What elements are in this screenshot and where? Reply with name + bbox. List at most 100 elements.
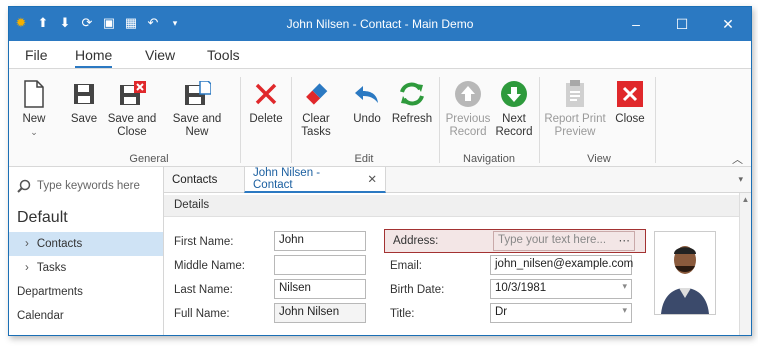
clear-tasks-button[interactable]: Clear Tasks <box>291 79 341 139</box>
tab-view[interactable]: View <box>145 47 175 63</box>
title-bar: ✹ ⬆ ⬇ ⟳ ▣ ▦ ↶ ▾ John Nilsen - Contact - … <box>9 7 751 41</box>
sidebar-item-calendar[interactable]: Calendar <box>9 304 163 328</box>
navigation-sidebar: Type keywords here Default › Contacts › … <box>9 167 164 335</box>
ribbon-separator <box>439 77 440 163</box>
up-circle-icon <box>443 79 493 109</box>
address-placeholder: Type your text here... <box>498 234 607 246</box>
tab-tools[interactable]: Tools <box>207 47 240 63</box>
ribbon-separator <box>539 77 540 163</box>
email-label: Email: <box>390 260 422 272</box>
delete-icon <box>241 79 291 109</box>
ribbon: New ⌄ Save Save and Close Save and New D… <box>9 69 751 167</box>
details-header: Details <box>164 195 739 217</box>
clear-tasks-label: Clear Tasks <box>301 113 331 138</box>
previous-record-label: Previous Record <box>445 113 491 138</box>
first-name-label: First Name: <box>174 236 234 248</box>
save-new-icon <box>161 79 233 109</box>
save-and-new-button[interactable]: Save and New <box>161 79 233 139</box>
sidebar-item-label: Contacts <box>36 238 83 250</box>
tab-home[interactable]: Home <box>75 47 113 68</box>
ribbon-tabs: File Home View Tools <box>9 41 751 69</box>
group-edit-label: Edit <box>354 153 374 165</box>
sidebar-item-departments[interactable]: Departments <box>9 280 163 304</box>
middle-name-field[interactable] <box>274 255 366 275</box>
nav-group-title[interactable]: Default <box>17 209 68 227</box>
close-icon <box>607 79 653 109</box>
address-row: Address: Type your text here... ⋯ <box>384 229 646 253</box>
search-box[interactable]: Type keywords here <box>17 175 157 197</box>
address-field[interactable]: Type your text here... ⋯ <box>493 231 635 251</box>
search-input[interactable]: Type keywords here <box>37 180 140 192</box>
tab-contacts[interactable]: Contacts <box>164 167 225 193</box>
report-print-preview-button[interactable]: Report Print Preview <box>541 79 609 139</box>
close-window-icon[interactable]: ✕ <box>705 7 751 41</box>
full-name-label: Full Name: <box>174 308 230 320</box>
first-name-field[interactable]: John <box>274 231 366 251</box>
save-and-close-label: Save and Close <box>107 113 157 138</box>
scroll-up-icon[interactable]: ▲ <box>740 195 751 204</box>
last-name-field[interactable]: Nilsen <box>274 279 366 299</box>
save-icon <box>59 79 109 109</box>
tab-john-nilsen-contact[interactable]: John Nilsen - Contact ✕ <box>244 167 386 193</box>
birth-date-value: 10/3/1981 <box>495 282 547 294</box>
contact-photo[interactable] <box>654 231 716 315</box>
sidebar-item-tasks[interactable]: › Tasks <box>9 256 163 280</box>
birth-date-label: Birth Date: <box>390 284 445 296</box>
close-tab-icon[interactable]: ✕ <box>367 172 377 186</box>
sidebar-item-contacts[interactable]: › Contacts <box>9 232 163 256</box>
refresh-label: Refresh <box>391 113 433 125</box>
close-button[interactable]: Close <box>607 79 653 126</box>
undo-label: Undo <box>353 113 381 125</box>
ribbon-separator <box>655 77 656 163</box>
maximize-icon[interactable]: ☐ <box>659 7 705 41</box>
sidebar-item-label: Tasks <box>36 262 67 274</box>
chevron-down-icon[interactable]: ▾ <box>622 281 627 292</box>
vertical-scrollbar[interactable]: ▲ <box>739 193 751 335</box>
address-label: Address: <box>393 235 439 247</box>
group-navigation-label: Navigation <box>463 153 515 165</box>
collapse-ribbon-icon[interactable]: ︿ <box>732 151 743 167</box>
previous-record-button[interactable]: Previous Record <box>443 79 493 139</box>
birth-date-field[interactable]: 10/3/1981 ▾ <box>490 279 632 299</box>
refresh-button[interactable]: Refresh <box>387 79 437 126</box>
window-controls: – ☐ ✕ <box>613 7 751 41</box>
main-content: Contacts John Nilsen - Contact ✕ ▾ Detai… <box>164 167 751 335</box>
down-circle-icon <box>489 79 539 109</box>
document-tabs: Contacts John Nilsen - Contact ✕ ▾ <box>164 167 751 193</box>
delete-label: Delete <box>249 113 283 125</box>
middle-name-label: Middle Name: <box>174 260 245 272</box>
new-document-icon <box>9 79 59 109</box>
undo-button[interactable]: Undo <box>342 79 392 126</box>
new-label: New <box>22 113 46 125</box>
save-button[interactable]: Save <box>59 79 109 126</box>
email-field[interactable]: john_nilsen@example.com <box>490 255 633 275</box>
avatar <box>655 232 715 314</box>
delete-button[interactable]: Delete <box>241 79 291 126</box>
title-field[interactable]: Dr ▾ <box>490 303 632 323</box>
refresh-icon <box>387 79 437 109</box>
group-general-label: General <box>129 153 169 165</box>
title-value: Dr <box>495 306 508 318</box>
search-icon <box>17 179 31 193</box>
chevron-down-icon[interactable]: ▾ <box>622 305 627 316</box>
save-close-icon <box>107 79 157 109</box>
tab-label: John Nilsen - Contact <box>253 167 321 191</box>
chevron-down-icon: ⌄ <box>30 127 38 137</box>
report-icon <box>541 79 609 109</box>
tab-menu-icon[interactable]: ▾ <box>738 174 743 185</box>
ellipsis-icon[interactable]: ⋯ <box>619 233 631 247</box>
eraser-icon <box>291 79 341 109</box>
save-and-new-label: Save and New <box>172 113 222 138</box>
undo-icon <box>342 79 392 109</box>
next-record-button[interactable]: Next Record <box>489 79 539 139</box>
group-view-label: View <box>587 153 611 165</box>
last-name-label: Last Name: <box>174 284 233 296</box>
save-label: Save <box>70 113 98 125</box>
minimize-icon[interactable]: – <box>613 7 659 41</box>
new-button[interactable]: New ⌄ <box>9 79 59 139</box>
app-window: ✹ ⬆ ⬇ ⟳ ▣ ▦ ↶ ▾ John Nilsen - Contact - … <box>8 6 752 336</box>
tab-file[interactable]: File <box>25 47 48 63</box>
save-and-close-button[interactable]: Save and Close <box>107 79 157 139</box>
report-print-preview-label: Report Print Preview <box>544 113 606 138</box>
chevron-right-icon: › <box>25 238 29 250</box>
